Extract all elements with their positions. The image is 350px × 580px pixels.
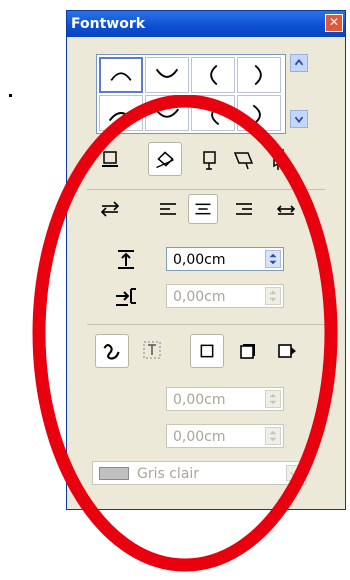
fontwork-panel: Fontwork ✕ 0,00cm 0,00cm 0,00cm 0,00cm G… bbox=[66, 10, 346, 510]
chevron-up-icon bbox=[294, 58, 304, 66]
gallery-scrollbar[interactable] bbox=[290, 54, 308, 134]
upright-icon bbox=[203, 151, 216, 170]
indent-field[interactable]: 0,00cm bbox=[166, 284, 284, 308]
indent-value: 0,00cm bbox=[173, 289, 226, 305]
close-button[interactable]: ✕ bbox=[325, 14, 343, 32]
close-icon: ✕ bbox=[328, 15, 340, 29]
shadow-x-value: 0,00cm bbox=[173, 392, 226, 408]
chevron-down-icon bbox=[294, 116, 304, 124]
color-swatch bbox=[99, 467, 129, 480]
shadow-square-icon bbox=[240, 344, 255, 359]
no-orientation-button[interactable] bbox=[96, 145, 124, 173]
text-underline-box-icon bbox=[102, 151, 118, 167]
align-left-icon bbox=[160, 203, 176, 215]
swap-arrows-icon bbox=[100, 201, 120, 217]
autosize-text-button[interactable] bbox=[272, 195, 300, 223]
slant-shadow-icon bbox=[278, 344, 296, 358]
scroll-down-button[interactable] bbox=[290, 110, 308, 128]
stretch-icon bbox=[276, 205, 296, 215]
shadow-y-field[interactable]: 0,00cm bbox=[166, 424, 284, 448]
chevron-down-icon bbox=[290, 471, 298, 477]
shadow-x-field[interactable]: 0,00cm bbox=[166, 387, 284, 411]
contour-icon bbox=[103, 344, 120, 360]
align-center-button[interactable] bbox=[188, 194, 218, 224]
shape-gallery bbox=[96, 54, 286, 134]
background-dot bbox=[9, 94, 12, 97]
scroll-up-button[interactable] bbox=[290, 54, 308, 72]
arch-up-icon[interactable] bbox=[99, 95, 143, 131]
arc-up-icon[interactable] bbox=[99, 57, 143, 93]
align-center-icon bbox=[195, 203, 211, 215]
no-shadow-button[interactable] bbox=[190, 334, 224, 368]
distance-field[interactable]: 0,00cm bbox=[166, 247, 284, 271]
distance-icon bbox=[114, 247, 138, 271]
separator bbox=[87, 324, 325, 325]
text-frame-button[interactable] bbox=[138, 336, 166, 364]
window-title: Fontwork bbox=[71, 16, 146, 32]
slant-vertical-button[interactable] bbox=[264, 145, 292, 173]
spinner-arrows-icon bbox=[269, 430, 277, 442]
shadow-y-value: 0,00cm bbox=[173, 429, 226, 445]
upright-button[interactable] bbox=[196, 145, 224, 173]
indent-spinner[interactable] bbox=[265, 287, 281, 305]
arc-down-icon[interactable] bbox=[145, 57, 189, 93]
arc-left-icon[interactable] bbox=[191, 57, 235, 93]
align-right-button[interactable] bbox=[230, 195, 258, 223]
spinner-arrows-icon bbox=[269, 393, 277, 405]
shadow-color-dropdown[interactable]: Gris clair bbox=[92, 461, 306, 485]
rotate-icon bbox=[156, 151, 174, 169]
arc-right-icon[interactable] bbox=[237, 57, 281, 93]
arch-down-icon[interactable] bbox=[145, 95, 189, 131]
indent-icon bbox=[114, 284, 138, 308]
title-bar[interactable]: Fontwork ✕ bbox=[67, 11, 345, 37]
spinner-arrows-icon bbox=[269, 253, 277, 265]
slant-shadow-button[interactable] bbox=[273, 337, 301, 365]
align-left-button[interactable] bbox=[154, 195, 182, 223]
separator bbox=[87, 189, 325, 190]
arch-left-icon[interactable] bbox=[191, 95, 235, 131]
shadow-y-spinner[interactable] bbox=[265, 427, 281, 445]
dropdown-button[interactable] bbox=[286, 465, 302, 481]
align-right-icon bbox=[236, 203, 252, 215]
distance-spinner[interactable] bbox=[265, 250, 281, 268]
contour-button[interactable] bbox=[95, 334, 129, 368]
rotate-button[interactable] bbox=[148, 142, 182, 176]
slant-horizontal-button[interactable] bbox=[230, 145, 258, 173]
vertical-shadow-button[interactable] bbox=[234, 337, 262, 365]
arch-right-icon[interactable] bbox=[237, 95, 281, 131]
distance-value: 0,00cm bbox=[173, 252, 226, 268]
spinner-arrows-icon bbox=[269, 290, 277, 302]
square-icon bbox=[200, 344, 214, 358]
shadow-color-label: Gris clair bbox=[137, 466, 200, 482]
slant-vertical-icon bbox=[273, 148, 284, 170]
slant-horizontal-icon bbox=[233, 152, 254, 170]
text-frame-icon bbox=[143, 341, 161, 359]
shadow-x-spinner[interactable] bbox=[265, 390, 281, 408]
orientation-reverse-button[interactable] bbox=[96, 195, 124, 223]
